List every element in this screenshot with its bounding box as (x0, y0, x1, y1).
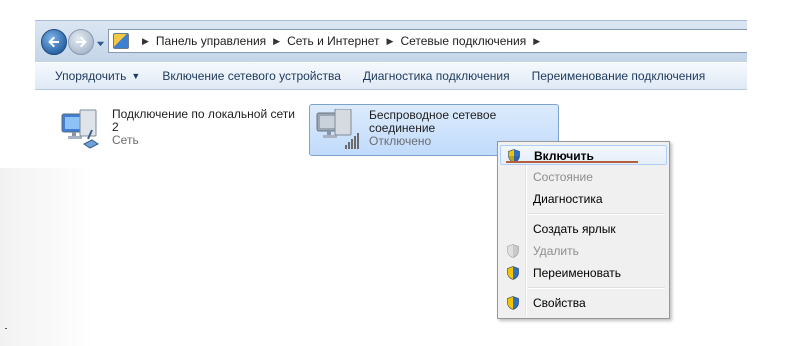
menu-item-label: Свойства (533, 296, 586, 310)
control-panel-icon (113, 33, 129, 49)
annotation-underline (506, 161, 638, 163)
chevron-down-icon (96, 41, 104, 46)
menu-separator (528, 287, 665, 289)
uac-shield-icon (507, 266, 519, 280)
menu-item-diagnostics[interactable]: Диагностика (500, 189, 667, 209)
enable-device-button[interactable]: Включение сетевого устройства (151, 69, 352, 83)
organize-button[interactable]: Упорядочить ▼ (35, 69, 151, 83)
menu-item-delete[interactable]: Удалить (500, 241, 667, 261)
connection-status: Отключено (369, 134, 432, 148)
menu-item-label: Состояние (533, 170, 593, 184)
back-button[interactable] (41, 29, 67, 55)
chevron-down-icon: ▼ (131, 71, 141, 81)
breadcrumb-control-panel[interactable]: Панель управления (156, 34, 266, 48)
address-bar[interactable]: ▶ Панель управления ▶ Сеть и Интернет ▶ … (108, 29, 747, 53)
menu-item-label: Переименовать (533, 266, 621, 280)
pane-shadow (0, 168, 95, 346)
diagnose-connection-label: Диагностика подключения (362, 69, 510, 83)
breadcrumb-separator: ▶ (142, 35, 149, 46)
wired-network-icon (58, 108, 106, 152)
back-arrow-icon (48, 36, 59, 48)
connection-name: Подключение по локальной сети (112, 107, 295, 121)
connection-status: Сеть (112, 133, 139, 147)
menu-item-properties[interactable]: Свойства (500, 293, 667, 313)
breadcrumb-separator[interactable]: ▶ (273, 36, 280, 47)
menu-item-create-shortcut[interactable]: Создать ярлык (500, 219, 667, 239)
connection-item-lan[interactable]: Подключение по локальной сети 2 Сеть (58, 108, 308, 152)
context-menu: Включить Состояние Диагностика Создать я… (497, 141, 670, 319)
enable-device-label: Включение сетевого устройства (162, 69, 341, 83)
forward-button[interactable] (68, 29, 94, 55)
connection-details: Подключение по локальной сети 2 Сеть (112, 108, 295, 152)
recent-pages-button[interactable] (95, 38, 105, 48)
menu-item-status[interactable]: Состояние (500, 167, 667, 187)
connection-details: Беспроводное сетевое соединение Отключен… (369, 109, 496, 155)
navigation-bar: ▶ Панель управления ▶ Сеть и Интернет ▶ … (35, 20, 747, 62)
menu-separator (528, 213, 665, 215)
organize-label: Упорядочить (55, 69, 127, 83)
menu-item-label: Создать ярлык (533, 222, 616, 236)
forward-arrow-icon (76, 36, 87, 48)
breadcrumb-separator[interactable]: ▶ (533, 36, 540, 47)
wireless-network-icon (315, 108, 363, 153)
uac-shield-icon (507, 244, 519, 258)
breadcrumb-separator[interactable]: ▶ (387, 36, 394, 47)
menu-item-label: Диагностика (533, 192, 603, 206)
breadcrumb-network-connections[interactable]: Сетевые подключения (400, 34, 526, 48)
rename-connection-label: Переименование подключения (531, 69, 706, 83)
stray-mark (5, 328, 7, 329)
menu-item-label: Удалить (533, 244, 579, 258)
rename-connection-button[interactable]: Переименование подключения (521, 69, 717, 83)
connection-name-cont: 2 (112, 120, 119, 134)
uac-shield-icon (507, 296, 519, 310)
command-toolbar: Упорядочить ▼ Включение сетевого устройс… (35, 62, 747, 90)
breadcrumb-network-internet[interactable]: Сеть и Интернет (287, 34, 379, 48)
menu-item-rename[interactable]: Переименовать (500, 263, 667, 283)
diagnose-connection-button[interactable]: Диагностика подключения (352, 69, 521, 83)
